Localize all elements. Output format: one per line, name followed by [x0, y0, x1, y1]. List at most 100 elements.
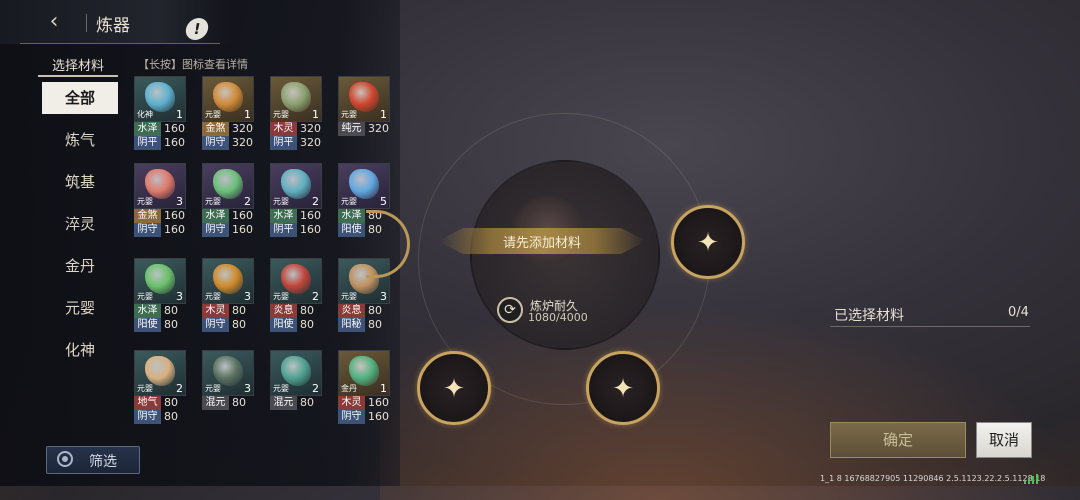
select-materials-tab[interactable]: 选择材料 — [52, 55, 104, 74]
stat-value: 160 — [300, 209, 321, 222]
category-all[interactable]: 全部 — [42, 82, 118, 114]
material-stat: 混元 80 — [270, 396, 326, 410]
material-thumbnail[interactable]: 元婴 5 — [338, 163, 390, 209]
material-item[interactable]: 元婴 2 炎息 80 阳使 80 — [270, 258, 326, 332]
material-thumbnail[interactable]: 元婴 3 — [134, 258, 186, 304]
stat-attribute: 金煞 — [202, 122, 229, 136]
material-tier: 金丹 — [341, 384, 357, 393]
material-thumbnail[interactable]: 元婴 2 — [270, 163, 322, 209]
stat-attribute: 水泽 — [338, 209, 365, 223]
material-icon — [281, 169, 311, 199]
material-slot-2[interactable]: ✦ — [417, 351, 491, 425]
category-lianqi[interactable]: 炼气 — [42, 124, 118, 156]
top-bar-divider — [20, 43, 220, 44]
material-thumbnail[interactable]: 元婴 1 — [338, 76, 390, 122]
material-item[interactable]: 元婴 2 水泽 160 阴守 160 — [202, 163, 258, 237]
material-thumbnail[interactable]: 元婴 1 — [270, 76, 322, 122]
material-item[interactable]: 元婴 2 水泽 160 阴平 160 — [270, 163, 326, 237]
material-item[interactable]: 元婴 3 混元 80 — [202, 350, 258, 410]
refresh-icon[interactable]: ⟳ — [497, 297, 523, 323]
long-press-hint: 【长按】图标查看详情 — [138, 58, 248, 71]
material-thumbnail[interactable]: 元婴 2 — [202, 163, 254, 209]
stat-value: 80 — [164, 318, 178, 331]
category-yuanying[interactable]: 元婴 — [42, 292, 118, 324]
category-jindan[interactable]: 金丹 — [42, 250, 118, 282]
material-thumbnail[interactable]: 元婴 2 — [270, 258, 322, 304]
material-thumbnail[interactable]: 金丹 1 — [338, 350, 390, 396]
material-slot-partial[interactable] — [366, 210, 410, 278]
stat-attribute: 水泽 — [202, 209, 229, 223]
material-thumbnail[interactable]: 元婴 1 — [202, 76, 254, 122]
material-icon — [145, 82, 175, 112]
stat-attribute: 混元 — [270, 396, 297, 410]
category-list: 全部 炼气 筑基 淬灵 金丹 元婴 化神 — [42, 82, 118, 376]
material-item[interactable]: 元婴 1 纯元 320 — [338, 76, 394, 136]
material-count: 1 — [312, 108, 319, 121]
material-item[interactable]: 元婴 2 混元 80 — [270, 350, 326, 410]
material-thumbnail[interactable]: 元婴 3 — [202, 258, 254, 304]
filter-button[interactable]: 筛选 — [46, 446, 140, 474]
stat-attribute: 阳使 — [134, 318, 161, 332]
stat-attribute: 阴平 — [270, 223, 297, 237]
material-item[interactable]: 元婴 3 金煞 160 阴守 160 — [134, 163, 190, 237]
category-huashen[interactable]: 化神 — [42, 334, 118, 366]
stat-attribute: 阳使 — [338, 223, 365, 237]
material-item[interactable]: 金丹 1 木灵 160 阴守 160 — [338, 350, 394, 424]
material-tier: 元婴 — [205, 197, 221, 206]
title-separator — [86, 14, 87, 32]
stat-attribute: 阳使 — [270, 318, 297, 332]
material-item[interactable]: 化神 1 水泽 160 阴平 160 — [134, 76, 190, 150]
material-thumbnail[interactable]: 元婴 2 — [270, 350, 322, 396]
material-grid: 化神 1 水泽 160 阴平 160 元婴 1 金煞 320 阴守 320 元婴 1 木灵 320 阴平 320 元… — [134, 76, 394, 436]
material-stat: 阴平 160 — [270, 223, 326, 237]
material-tier: 元婴 — [205, 384, 221, 393]
stat-value: 80 — [232, 304, 246, 317]
stat-attribute: 水泽 — [134, 304, 161, 318]
material-tier: 元婴 — [273, 292, 289, 301]
material-thumbnail[interactable]: 化神 1 — [134, 76, 186, 122]
material-stat: 水泽 160 — [134, 122, 190, 136]
material-stat: 阴守 80 — [134, 410, 190, 424]
material-tier: 元婴 — [341, 292, 357, 301]
material-stat: 阴守 160 — [338, 410, 394, 424]
stat-value: 320 — [300, 122, 321, 135]
material-icon — [145, 264, 175, 294]
stat-value: 160 — [232, 223, 253, 236]
material-item[interactable]: 元婴 2 地气 80 阴守 80 — [134, 350, 190, 424]
material-stat: 木灵 80 — [202, 304, 258, 318]
page-title: 炼器 — [96, 16, 130, 36]
material-thumbnail[interactable]: 元婴 3 — [202, 350, 254, 396]
chevron-left-icon: ‹ — [49, 9, 59, 34]
stat-attribute: 木灵 — [270, 122, 297, 136]
material-thumbnail[interactable]: 元婴 2 — [134, 350, 186, 396]
material-item[interactable]: 元婴 3 水泽 80 阳使 80 — [134, 258, 190, 332]
category-zhuji[interactable]: 筑基 — [42, 166, 118, 198]
material-tier: 元婴 — [137, 292, 153, 301]
material-slot-1[interactable]: ✦ — [671, 205, 745, 279]
material-stat: 木灵 320 — [270, 122, 326, 136]
material-item[interactable]: 元婴 3 木灵 80 阴守 80 — [202, 258, 258, 332]
category-cuiling[interactable]: 淬灵 — [42, 208, 118, 240]
material-item[interactable]: 元婴 1 金煞 320 阴守 320 — [202, 76, 258, 150]
material-tier: 化神 — [137, 110, 153, 119]
stat-attribute: 水泽 — [270, 209, 297, 223]
material-thumbnail[interactable]: 元婴 3 — [134, 163, 186, 209]
material-count: 2 — [312, 290, 319, 303]
stat-attribute: 阴守 — [134, 410, 161, 424]
material-stat: 地气 80 — [134, 396, 190, 410]
chosen-materials-count: 0/4 — [1008, 305, 1029, 320]
stat-attribute: 阴守 — [202, 318, 229, 332]
material-slot-3[interactable]: ✦ — [586, 351, 660, 425]
material-icon — [349, 82, 379, 112]
stat-value: 80 — [300, 304, 314, 317]
stat-value: 80 — [164, 410, 178, 423]
stat-attribute: 纯元 — [338, 122, 365, 136]
material-icon — [145, 169, 175, 199]
confirm-button[interactable]: 确定 — [830, 422, 966, 458]
cancel-button[interactable]: 取消 — [976, 422, 1032, 458]
material-icon — [145, 356, 175, 386]
material-item[interactable]: 元婴 1 木灵 320 阴平 320 — [270, 76, 326, 150]
tab-underline — [38, 75, 118, 77]
stat-attribute: 阴平 — [134, 136, 161, 150]
back-button[interactable]: ‹ — [40, 10, 68, 34]
